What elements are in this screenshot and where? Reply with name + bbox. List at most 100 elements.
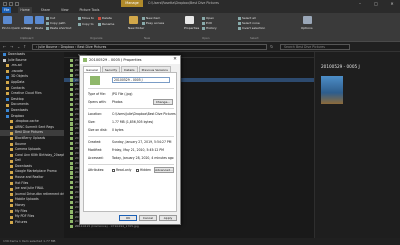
folder-icon [10,204,13,208]
easy-access-button[interactable]: Easy access [142,21,164,25]
hidden-checkbox[interactable]: Hidden [136,168,151,172]
image-file-icon [70,210,73,214]
location-value: C:\Users\Julie\Dropbox\Best Dive Picture… [112,112,176,116]
image-file-icon [70,68,73,72]
close-button[interactable]: ✕ [384,0,400,7]
paste-button[interactable]: Paste [35,26,43,30]
options-button[interactable]: Options [301,26,313,30]
new-group-label: New [144,36,151,40]
paste-shortcut-button[interactable]: Paste shortcut [46,26,72,30]
folder-icon [10,187,13,191]
paste-shortcut-label: Paste shortcut [50,26,72,30]
cut-button[interactable]: Cut [46,16,55,20]
copy-icon [24,16,33,24]
folder-icon [6,64,9,68]
invert-selection-icon [238,26,241,30]
copy-path-button[interactable]: Copy path [46,21,65,25]
file-name-field[interactable]: 20100529 - 0005 J [112,77,170,83]
read-only-checkbox[interactable]: Read-only [112,168,132,172]
refresh-icon[interactable]: ↻ [270,44,273,49]
image-file-icon [70,166,73,170]
folder-icon [10,193,13,197]
checkbox-icon [112,168,115,172]
opens-with-label: Opens with: [88,100,107,104]
select-all-button[interactable]: Select all [238,16,256,20]
navigation-pane: Downloads Julie Bourne .ms-ad .vscode 3D Obj… [0,52,64,238]
image-file-icon [70,141,73,146]
move-to-label: Move to [82,16,95,20]
advanced-button[interactable]: Advanced... [154,167,174,173]
size-on-disk-value: 0 bytes [112,128,124,132]
image-file-icon [70,220,73,224]
back-icon[interactable]: ← [3,44,6,49]
new-item-button[interactable]: New item [142,16,160,20]
folder-icon [6,98,9,102]
file-type-icon [90,76,100,85]
properties-button[interactable]: Properties [184,26,199,30]
cancel-button[interactable]: Cancel [139,215,157,221]
forward-icon[interactable]: → [10,44,13,49]
copy-button[interactable]: Copy [24,26,32,30]
dialog-buttons: OK Cancel Apply [119,215,177,221]
folder-icon [10,126,13,130]
folder-icon [10,170,13,174]
history-button[interactable]: History [202,26,217,30]
image-file-icon [70,73,73,77]
checkbox-icon [136,168,139,172]
search-input[interactable]: Search Best Dive Pictures [280,44,350,50]
size-label: Size: [88,120,96,124]
context-tab-manage[interactable]: Manage [121,0,143,7]
recent-chevron-icon[interactable]: ⌄ [17,44,20,49]
size-value: 1.77 MB (1,856,505 bytes) [112,120,154,124]
edit-label: Edit [206,21,212,25]
change-button[interactable]: Change... [153,99,173,105]
image-file-icon [70,176,73,180]
new-item-icon [142,16,145,20]
address-bar[interactable]: › Julie Bourne › Dropbox › Best Dive Pic… [32,44,267,50]
move-to-button[interactable]: Move to [78,16,94,20]
folder-icon [10,159,13,163]
chevron-down-icon[interactable] [15,1,19,6]
open-button[interactable]: Open [202,16,214,20]
folder-icon [6,92,9,96]
folder-icon [6,81,9,85]
file-row[interactable]: 20110415 (Dominica) - 0710294_1705.jpg [64,224,314,229]
up-icon[interactable]: ↑ [23,44,26,49]
type-value: JPG File (.jpg) [112,92,133,96]
properties-dialog: 20100529 - 0005 J Properties ✕ General S… [79,55,181,225]
delete-icon [98,16,101,20]
dialog-close-button[interactable]: ✕ [170,56,180,64]
copy-to-button[interactable]: Copy to [78,22,94,26]
apply-button[interactable]: Apply [159,215,177,221]
nav-item[interactable]: Pictures [0,220,64,226]
options-icon [303,16,312,24]
select-all-label: Select all [242,16,256,20]
organize-group-label: Organize [90,36,103,40]
maximize-button[interactable]: □ [368,0,384,7]
rename-button[interactable]: Rename [98,22,114,26]
history-label: History [206,26,217,30]
nav-item-label: Carol Ann 60th Birthday_20sept2018 [15,152,64,157]
folder-icon [10,215,13,219]
edit-button[interactable]: Edit [202,21,212,25]
address-bar-row: ← → ⌄ ↑ › Julie Bourne › Dropbox › Best … [0,42,400,52]
easy-access-icon [142,21,145,25]
invert-selection-button[interactable]: Invert selection [238,26,265,30]
new-folder-button[interactable]: New folder [128,26,144,30]
minimize-button[interactable]: – [352,0,368,7]
delete-button[interactable]: Delete [98,16,112,20]
pin-icon [3,16,12,24]
image-file-icon [70,225,73,229]
ok-button[interactable]: OK [119,215,137,221]
read-only-label: Read-only [116,168,132,172]
open-group-label: Open [202,36,210,40]
folder-icon[interactable] [9,1,13,6]
new-group: New folder New item Easy access New [128,15,172,40]
save-icon[interactable] [3,1,7,6]
copy-to-label: Copy to [82,22,94,26]
window-controls: – □ ✕ [352,0,400,7]
cut-label: Cut [50,16,56,20]
clipboard-group: Pin to Quick access Copy Paste Cut Copy … [2,15,72,40]
image-file-icon [70,83,73,87]
select-none-button[interactable]: Select none [238,21,260,25]
